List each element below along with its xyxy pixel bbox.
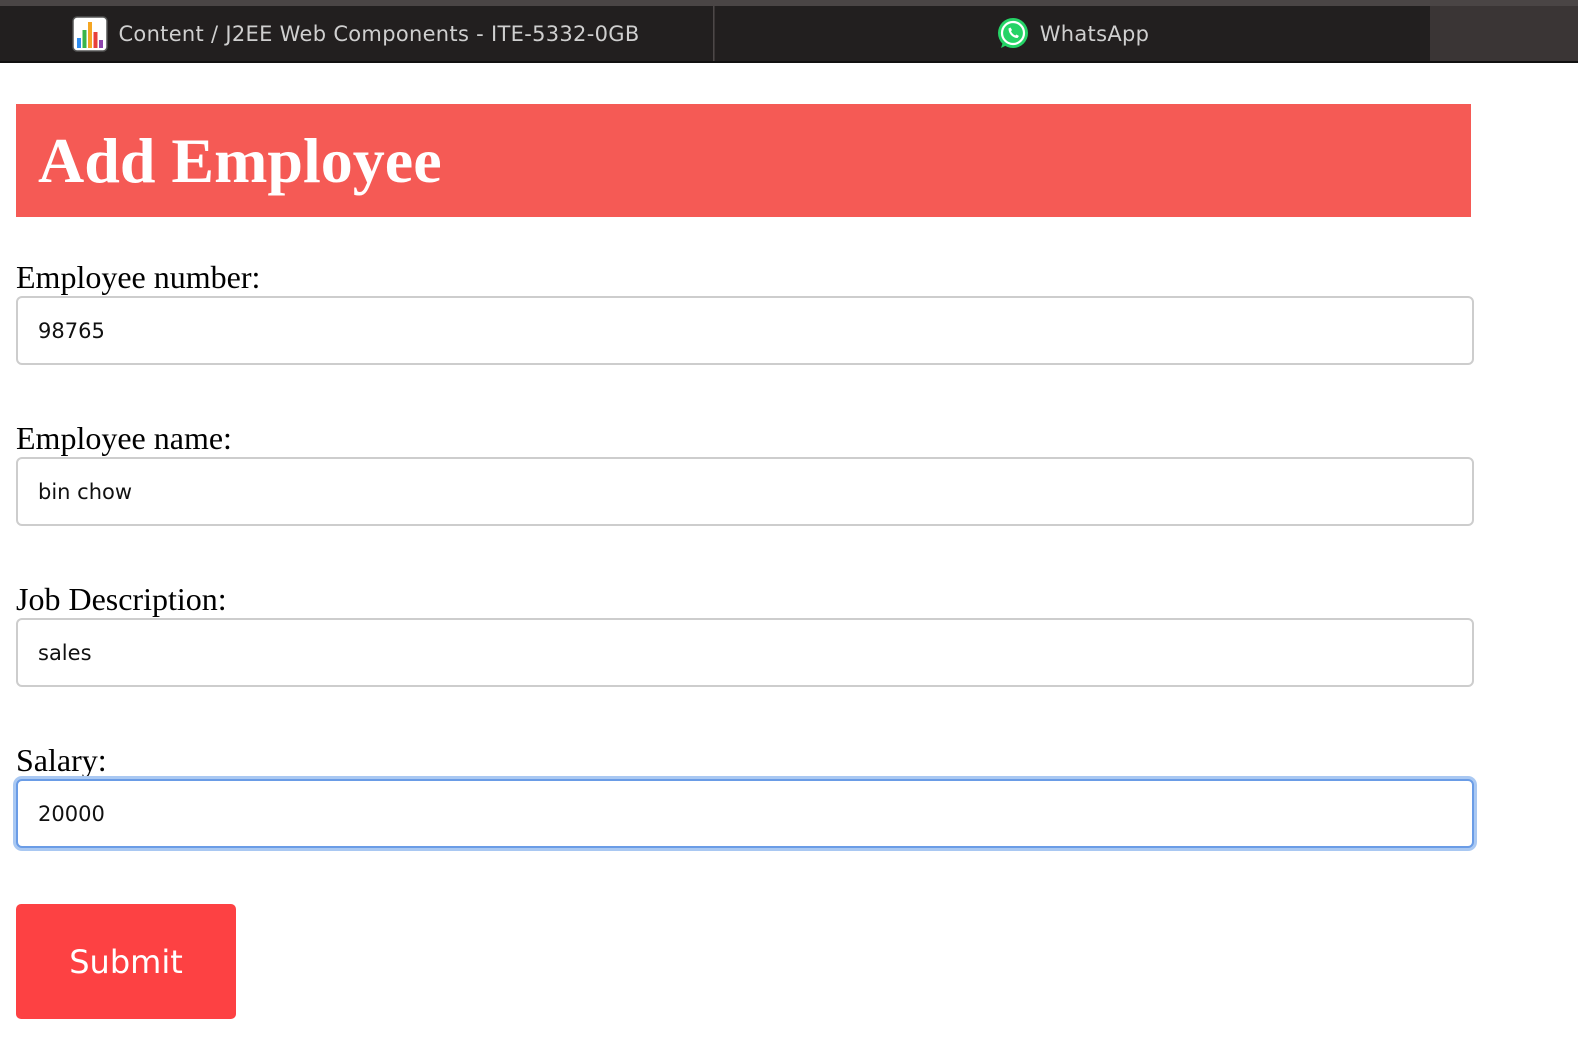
salary-label: Salary: — [16, 742, 107, 778]
salary-input[interactable] — [16, 779, 1474, 848]
employee-name-label: Employee name: — [16, 420, 232, 456]
browser-tab-bar: Content / J2EE Web Components - ITE-5332… — [0, 0, 1578, 63]
whatsapp-icon — [996, 17, 1030, 51]
employee-name-input[interactable] — [16, 457, 1474, 526]
employee-number-label: Employee number: — [16, 259, 261, 295]
tab-j2ee-content[interactable]: Content / J2EE Web Components - ITE-5332… — [0, 6, 714, 61]
bar-chart-icon — [72, 15, 109, 52]
page-header: Add Employee — [16, 104, 1471, 217]
tab-title: WhatsApp — [1039, 21, 1150, 46]
submit-button[interactable]: Submit — [16, 904, 236, 1019]
employee-number-input[interactable] — [16, 296, 1474, 365]
job-description-label: Job Description: — [16, 581, 227, 617]
page-title: Add Employee — [38, 125, 442, 196]
tab-title: Content / J2EE Web Components - ITE-5332… — [118, 21, 640, 46]
job-description-input[interactable] — [16, 618, 1474, 687]
tab-whatsapp[interactable]: WhatsApp — [715, 6, 1430, 61]
